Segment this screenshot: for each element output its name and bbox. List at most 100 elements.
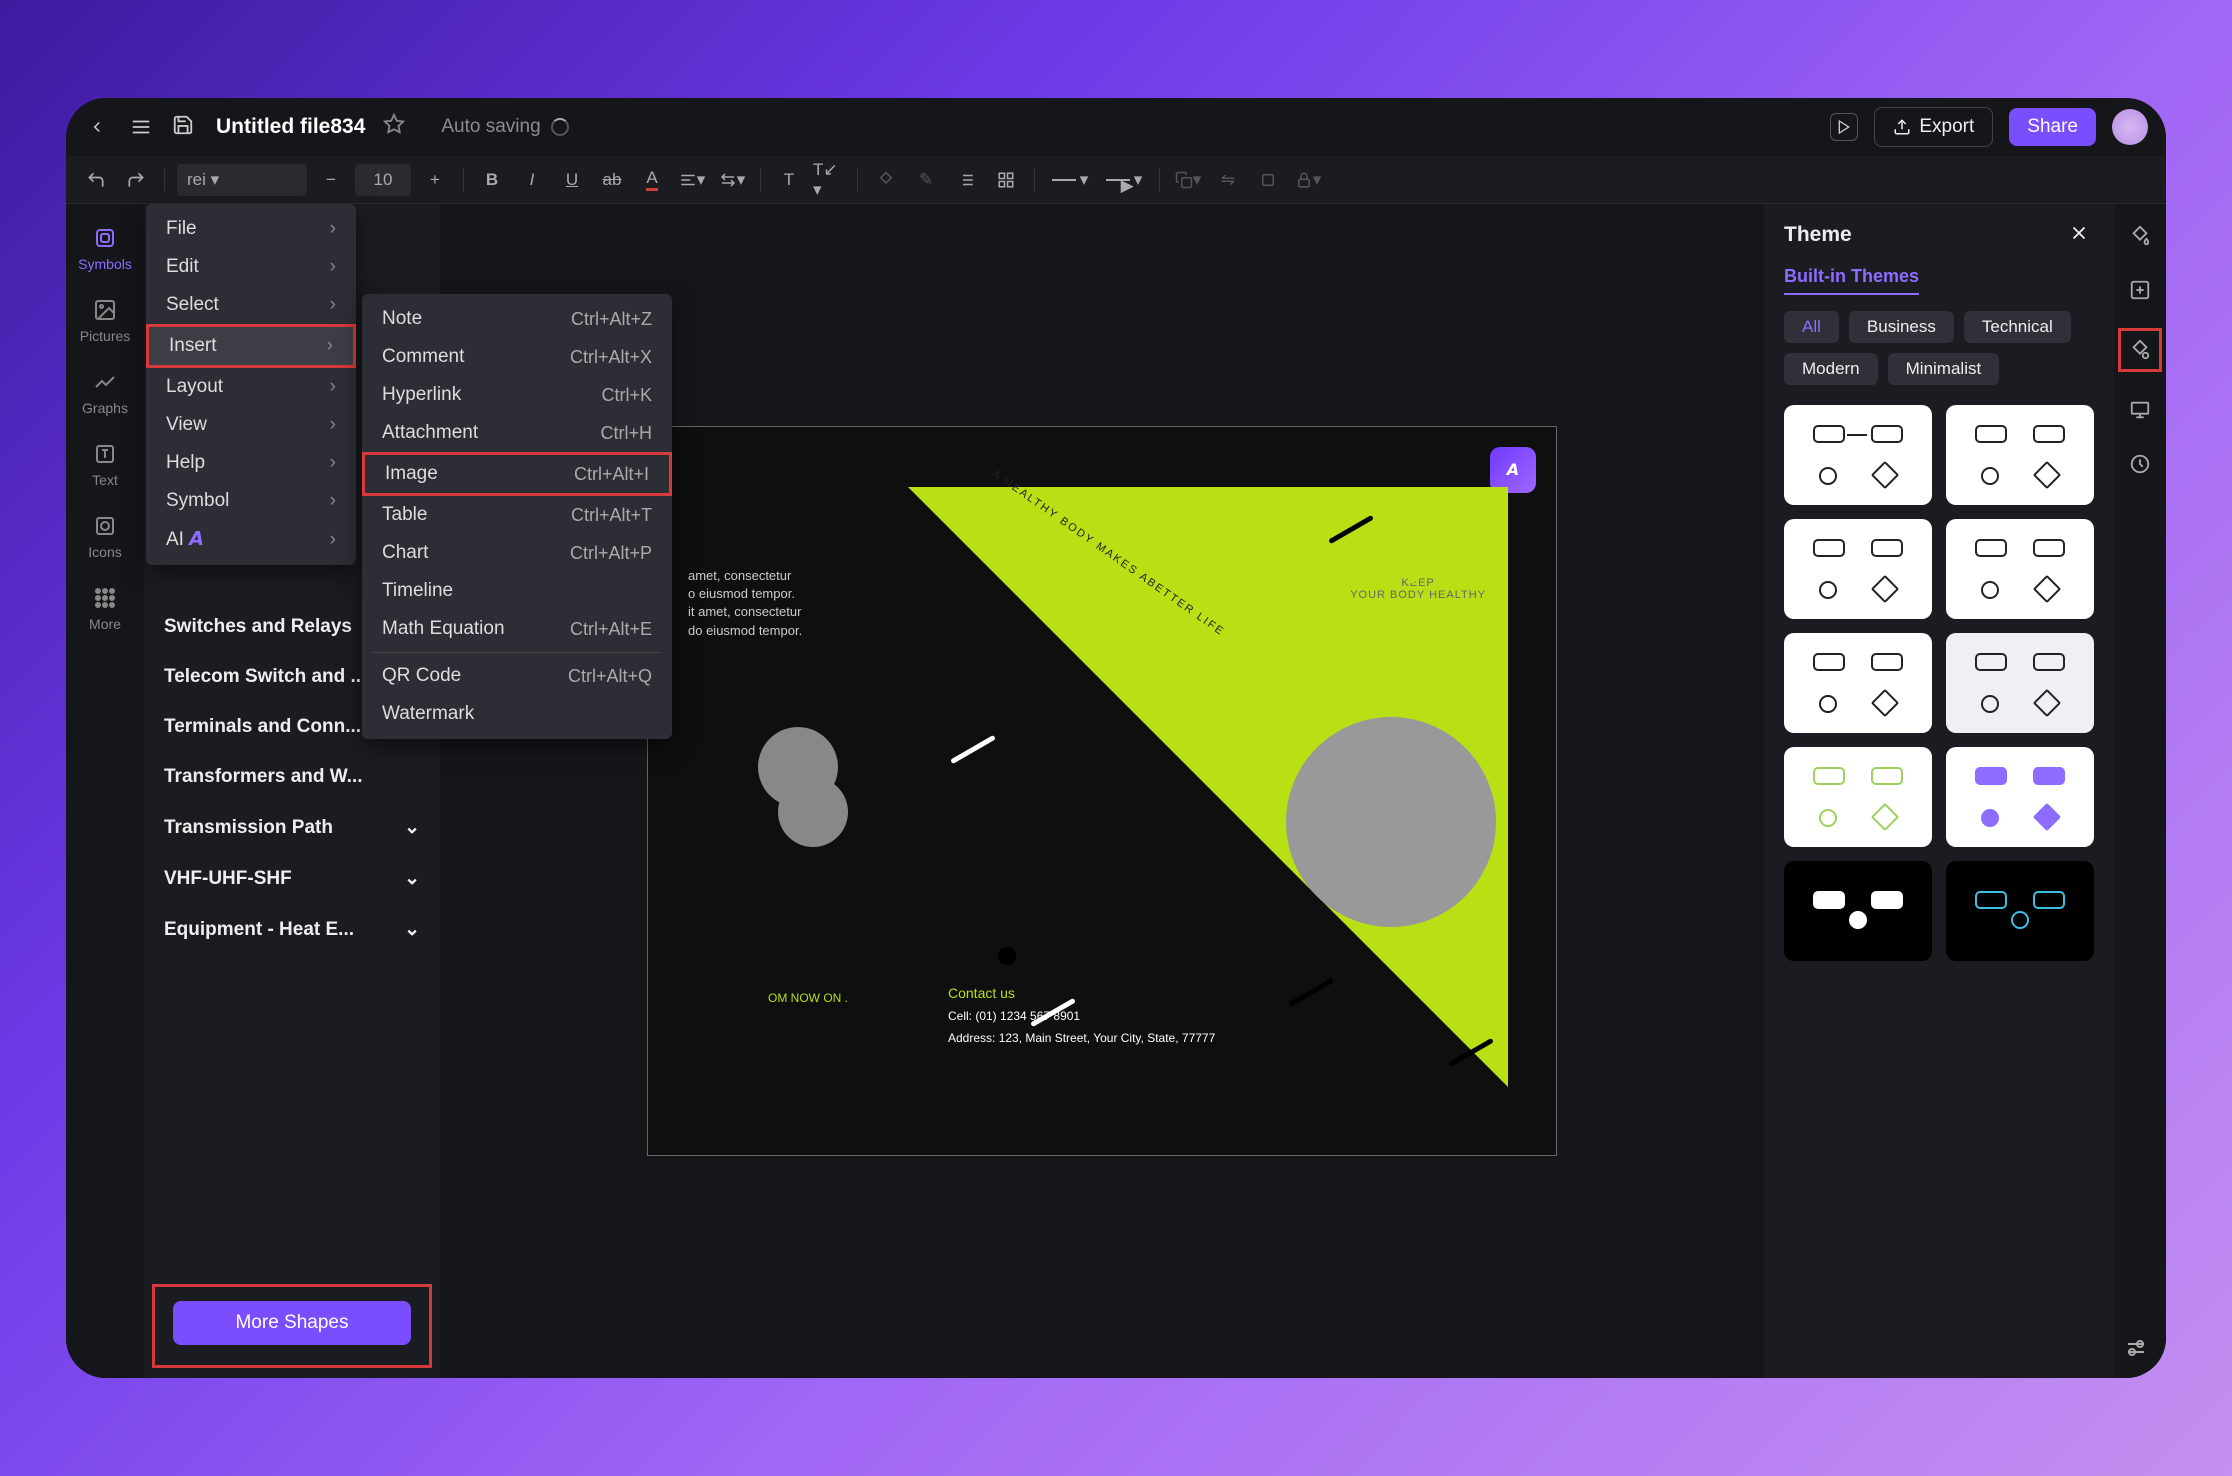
theme-subtitle[interactable]: Built-in Themes [1784,266,1919,295]
pill-minimalist[interactable]: Minimalist [1888,353,2000,385]
category-equipment-heat[interactable]: Equipment - Heat E...⌄ [144,904,440,955]
menu-item-ai[interactable]: AI 𝘼› [146,520,356,559]
menu-item-comment[interactable]: CommentCtrl+Alt+X [362,338,672,376]
sidebar-item-graphs[interactable]: Graphs [82,368,128,416]
menu-item-attachment[interactable]: AttachmentCtrl+H [362,414,672,452]
back-button[interactable] [84,114,110,140]
text-direction-button[interactable]: T↙ ▾ [813,164,845,196]
line-style-button[interactable]: ▾ [1047,164,1093,196]
theme-card[interactable] [1946,405,2094,505]
theme-card[interactable] [1784,747,1932,847]
menu-item-timeline[interactable]: Timeline [362,572,672,610]
grid-button[interactable] [990,164,1022,196]
more-shapes-highlight: More Shapes [152,1284,432,1368]
more-shapes-button[interactable]: More Shapes [173,1301,411,1345]
category-transformers[interactable]: Transformers and W... [144,752,440,802]
user-avatar[interactable] [2112,109,2148,145]
menu-item-table[interactable]: TableCtrl+Alt+T [362,496,672,534]
italic-button[interactable]: I [516,164,548,196]
menu-item-symbol[interactable]: Symbol› [146,482,356,520]
theme-card[interactable] [1946,633,2094,733]
poster-tag-text: OM NOW ON . [768,991,848,1005]
sidebar-item-icons[interactable]: Icons [88,512,121,560]
canvas-frame[interactable]: 𝘼 A HEALTHY BODY MAKES ABETTER LIFE KEEP… [647,426,1557,1156]
align-button[interactable]: ▾ [676,164,708,196]
lock-button[interactable]: ▾ [1292,164,1324,196]
flip-button[interactable]: ⇋ [1212,164,1244,196]
chevron-right-icon: › [330,452,336,474]
menu-item-image[interactable]: ImageCtrl+Alt+I [362,452,672,496]
sidebar-item-symbols[interactable]: Symbols [78,224,132,272]
category-vhf-uhf-shf[interactable]: VHF-UHF-SHF⌄ [144,853,440,904]
ai-badge-icon[interactable]: 𝘼 [1490,447,1536,493]
sidebar-item-pictures[interactable]: Pictures [80,296,131,344]
arrow-style-button[interactable]: ▶▾ [1101,164,1147,196]
document-title[interactable]: Untitled file834 [216,115,365,139]
chevron-down-icon: ⌄ [404,867,420,890]
redo-button[interactable] [120,164,152,196]
bold-button[interactable]: B [476,164,508,196]
menu-item-chart[interactable]: ChartCtrl+Alt+P [362,534,672,572]
hamburger-menu-button[interactable] [128,114,154,140]
menu-item-math-equation[interactable]: Math EquationCtrl+Alt+E [362,610,672,648]
menu-item-note[interactable]: NoteCtrl+Alt+Z [362,300,672,338]
menu-item-watermark[interactable]: Watermark [362,695,672,733]
autosave-status: Auto saving [441,116,568,138]
pill-business[interactable]: Business [1849,311,1954,343]
menu-item-qr-code[interactable]: QR CodeCtrl+Alt+Q [362,657,672,695]
menu-item-select[interactable]: Select› [146,286,356,324]
theme-card[interactable] [1784,519,1932,619]
font-size-decrease[interactable]: − [315,164,347,196]
theme-tool-button[interactable] [2118,328,2162,372]
preview-button[interactable] [1830,113,1858,141]
theme-card[interactable] [1784,633,1932,733]
theme-card[interactable] [1784,861,1932,961]
line-spacing-button[interactable]: ▾ [716,164,748,196]
theme-close-button[interactable] [2068,222,2094,248]
fill-button[interactable] [870,164,902,196]
strikethrough-button[interactable]: ab [596,164,628,196]
font-size-increase[interactable]: + [419,164,451,196]
history-tool-button[interactable] [2124,448,2156,480]
menu-item-hyperlink[interactable]: HyperlinkCtrl+K [362,376,672,414]
chevron-down-icon: ⌄ [404,816,420,839]
contact-title: Contact us [948,985,1215,1001]
formatting-toolbar: rei ▾ − 10 + B I U ab A ▾ ▾ T T↙ ▾ ✎ ▾ ▶… [66,156,2166,204]
text-tool-button[interactable]: T [773,164,805,196]
menu-item-file[interactable]: File› [146,210,356,248]
pill-modern[interactable]: Modern [1784,353,1878,385]
font-selector[interactable]: rei ▾ [177,164,307,196]
menu-item-view[interactable]: View› [146,406,356,444]
insert-tool-button[interactable] [2124,274,2156,306]
menu-item-insert[interactable]: Insert› [146,324,356,368]
fill-tool-button[interactable] [2124,220,2156,252]
list-button[interactable] [950,164,982,196]
presentation-tool-button[interactable] [2124,394,2156,426]
sidebar-item-text[interactable]: Text [91,440,119,488]
menu-item-layout[interactable]: Layout› [146,368,356,406]
share-button[interactable]: Share [2009,108,2096,146]
save-icon[interactable] [172,114,198,140]
copy-button[interactable]: ▾ [1172,164,1204,196]
underline-button[interactable]: U [556,164,588,196]
undo-button[interactable] [80,164,112,196]
sidebar-item-more[interactable]: More [89,584,121,632]
favorite-star-button[interactable] [383,113,405,141]
export-button[interactable]: Export [1874,107,1993,147]
settings-toggle-button[interactable] [2124,1336,2152,1364]
theme-card[interactable] [1946,519,2094,619]
font-color-button[interactable]: A [636,164,668,196]
eyedropper-button[interactable]: ✎ [910,164,942,196]
theme-card[interactable] [1946,747,2094,847]
category-transmission-path[interactable]: Transmission Path⌄ [144,802,440,853]
menu-item-edit[interactable]: Edit› [146,248,356,286]
graphs-icon [91,368,119,396]
symbols-icon [91,224,119,252]
crop-button[interactable] [1252,164,1284,196]
pill-technical[interactable]: Technical [1964,311,2071,343]
pill-all[interactable]: All [1784,311,1839,343]
font-size-input[interactable]: 10 [355,164,411,196]
menu-item-help[interactable]: Help› [146,444,356,482]
theme-card[interactable] [1946,861,2094,961]
theme-card[interactable] [1784,405,1932,505]
